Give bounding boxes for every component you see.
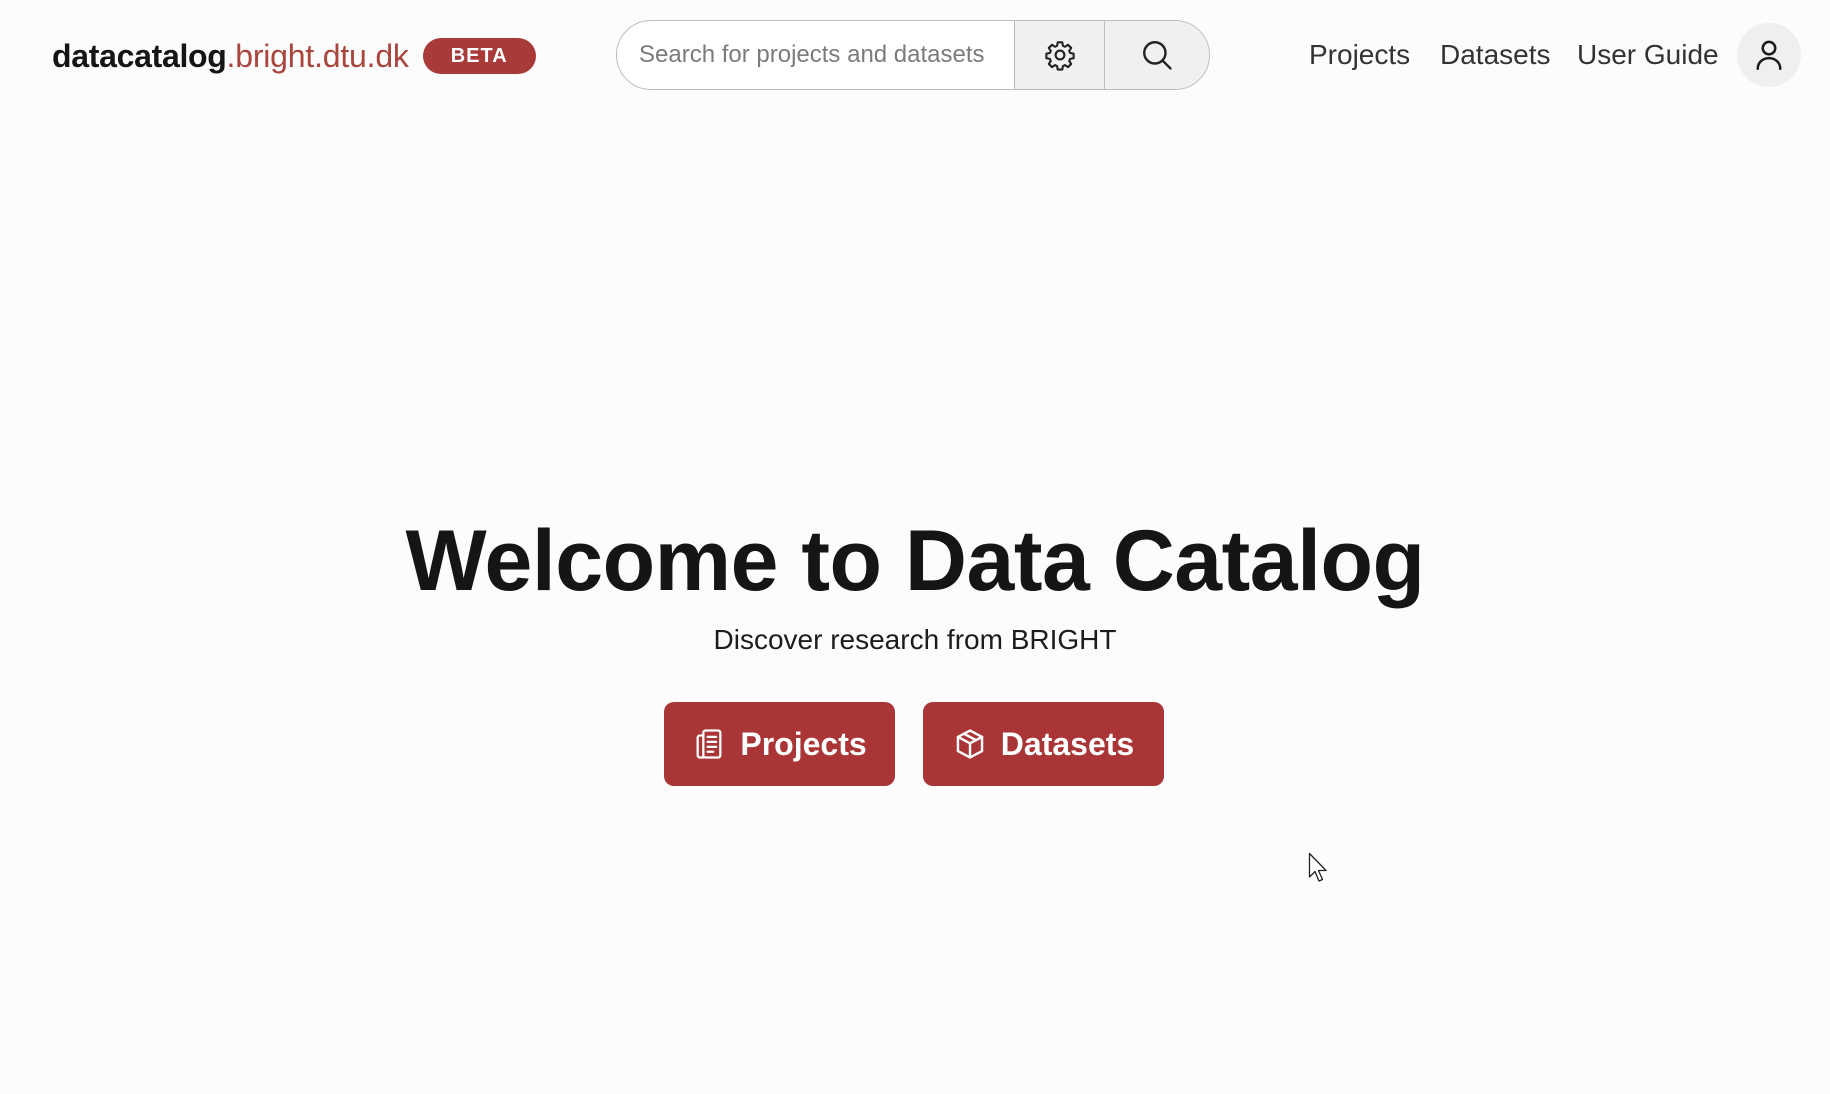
page-title: Welcome to Data Catalog (405, 513, 1425, 609)
nav-datasets-link[interactable]: Datasets (1440, 35, 1551, 75)
gear-icon (1044, 41, 1075, 71)
nav-projects-link[interactable]: Projects (1309, 35, 1410, 75)
beta-badge: BETA (422, 38, 536, 74)
search-bar (616, 20, 1210, 90)
page-subtitle: Discover research from BRIGHT (713, 624, 1117, 655)
search-settings-button[interactable] (1014, 21, 1104, 89)
search-submit-button[interactable] (1104, 21, 1209, 89)
site-logo[interactable]: datacatalog .bright.dtu.dk BETA (52, 36, 536, 76)
search-icon (1143, 41, 1172, 70)
brand-name: datacatalog (52, 38, 227, 74)
home-page: datacatalog.bright.dtu.dk BETA Projects … (0, 0, 1830, 1094)
mouse-cursor-icon (1308, 852, 1327, 882)
datasets-button-label: Datasets (1000, 725, 1135, 762)
document-stack-icon (696, 729, 722, 759)
account-button[interactable] (1737, 23, 1801, 87)
nav-user-guide-link[interactable]: User Guide (1577, 35, 1719, 75)
user-icon (1756, 40, 1782, 70)
projects-button[interactable]: Projects (664, 702, 895, 786)
search-input[interactable] (617, 21, 1014, 89)
datasets-button[interactable]: Datasets (923, 702, 1164, 786)
top-navbar: datacatalog.bright.dtu.dk BETA Projects … (0, 0, 1830, 112)
brand-domain: .bright.dtu.dk (226, 38, 409, 74)
box-icon (956, 729, 984, 759)
projects-button-label: Projects (740, 725, 867, 762)
